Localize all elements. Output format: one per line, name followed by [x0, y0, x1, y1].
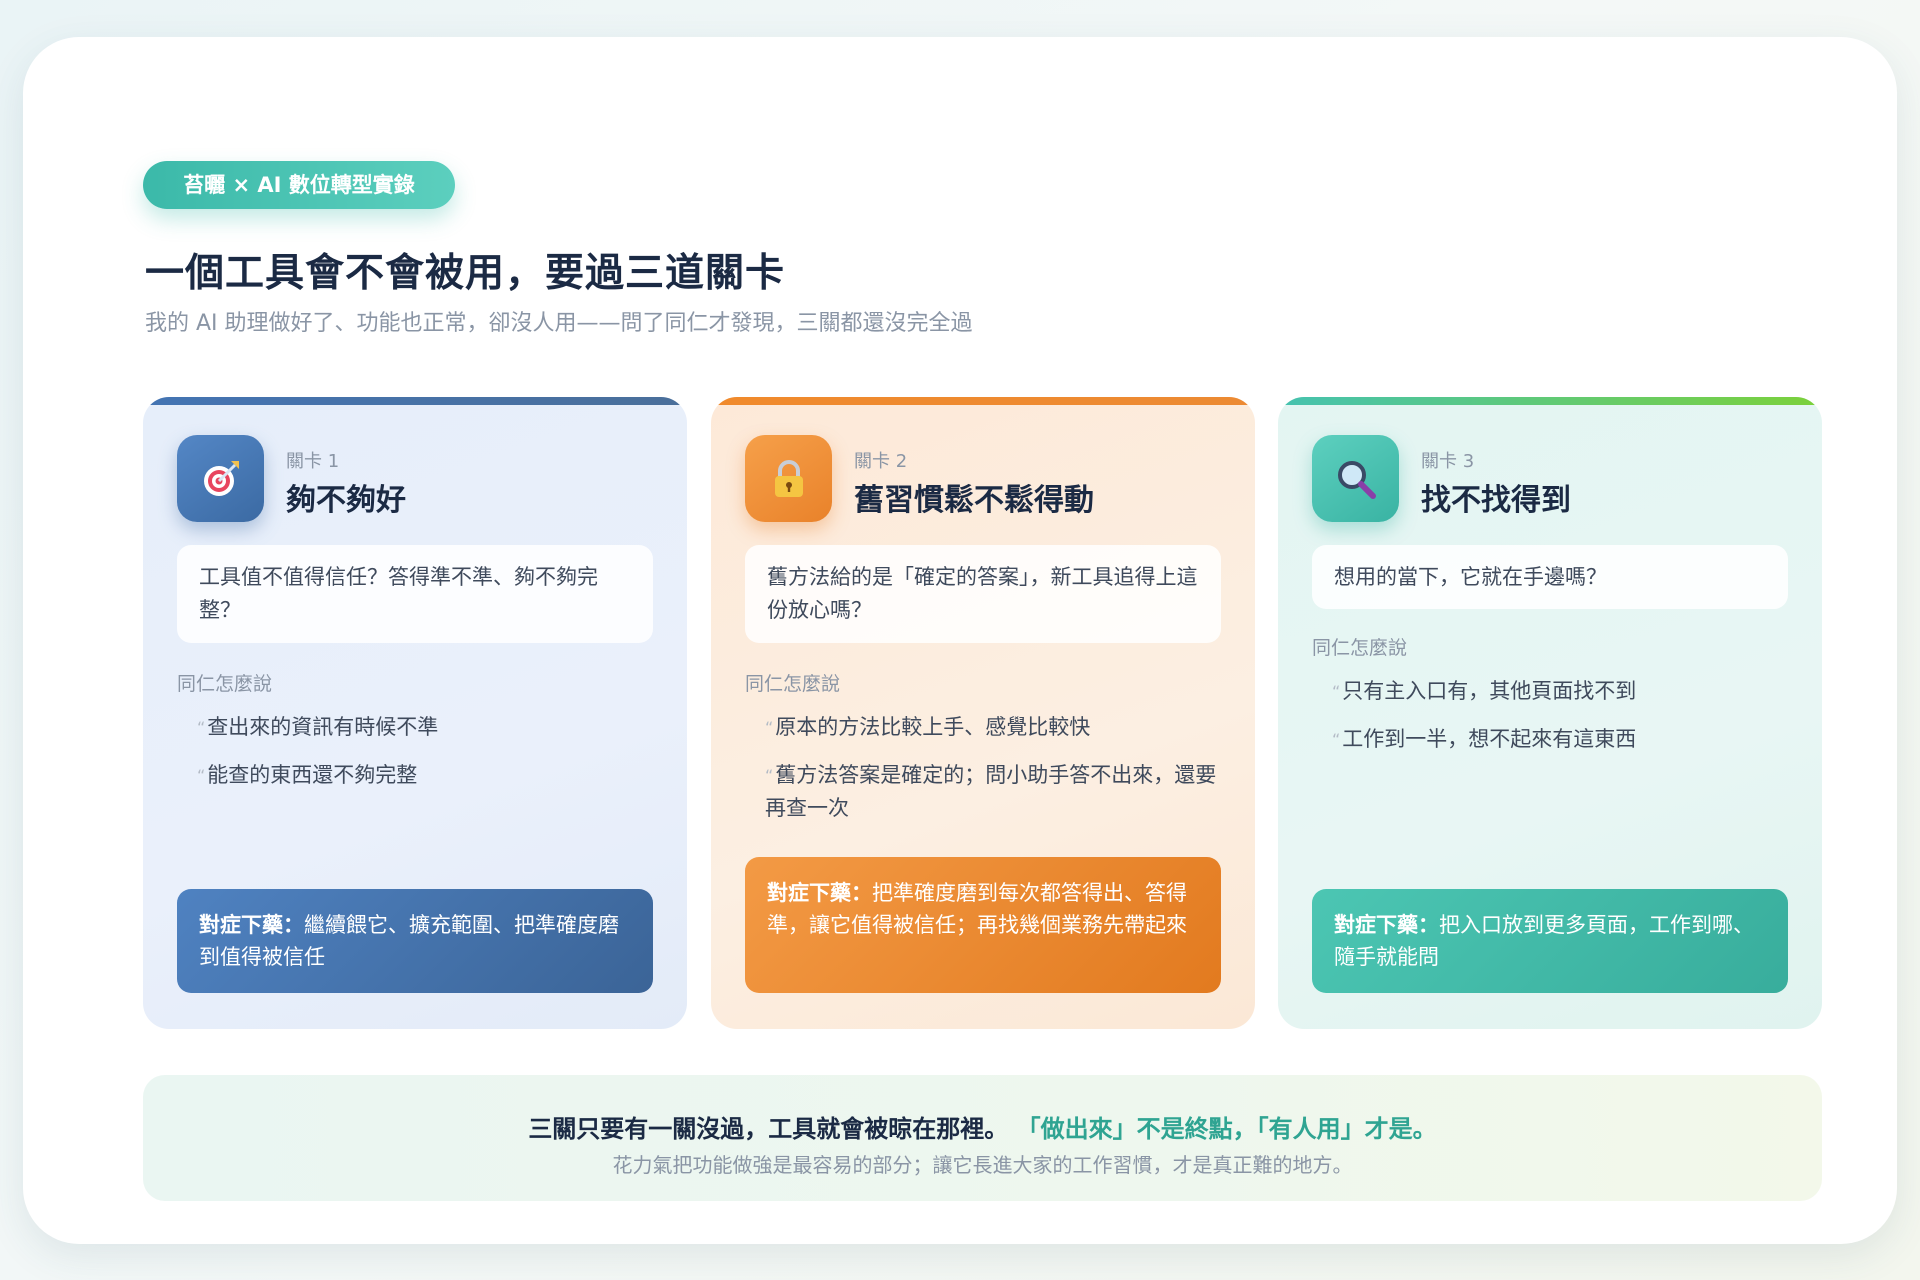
card-top-bar: [1278, 397, 1822, 405]
section-label: 同仁怎麼說: [1312, 637, 1408, 659]
gate-card-3: 關卡 3 找不找得到 想用的當下，它就在手邊嗎？ 同仁怎麼說 “只有主入口有，其…: [1278, 397, 1822, 1029]
remedy-box: 對症下藥：把入口放到更多頁面，工作到哪、隨手就能問: [1312, 889, 1788, 993]
summary-note: 花力氣把功能做強是最容易的部分；讓它長進大家的工作習慣，才是真正難的地方。: [612, 1153, 1353, 1177]
gate-level: 關卡 2: [854, 451, 908, 472]
remedy-box: 對症下藥：繼續餵它、擴充範圍、把準確度磨到值得被信任: [177, 889, 653, 993]
section-label: 同仁怎麼說: [745, 673, 841, 695]
lock-icon: [745, 435, 832, 522]
page-title: 一個工具會不會被用，要過三道關卡: [145, 251, 786, 296]
colleague-quote: “只有主入口有，其他頁面找不到: [1332, 679, 1637, 703]
target-icon: [177, 435, 264, 522]
gate-question: 想用的當下，它就在手邊嗎？: [1312, 545, 1788, 609]
colleague-quote: “原本的方法比較上手、感覺比較快: [765, 715, 1091, 739]
gate-level: 關卡 1: [286, 451, 340, 472]
gate-card-2: 關卡 2 舊習慣鬆不鬆得動 舊方法給的是「確定的答案」，新工具追得上這份放心嗎？…: [711, 397, 1255, 1029]
colleague-quote: “能查的東西還不夠完整: [197, 763, 418, 787]
summary-banner: 三關只要有一關沒過，工具就會被晾在那裡。 「做出來」不是終點，「有人用」才是。 …: [143, 1075, 1822, 1201]
gate-question: 工具值不值得信任？答得準不準、夠不夠完整？: [177, 545, 653, 643]
gate-name: 找不找得到: [1421, 483, 1571, 518]
magnifier-icon: [1312, 435, 1399, 522]
section-label: 同仁怎麼說: [177, 673, 273, 695]
series-tag: 苔曬 × AI 數位轉型實錄: [143, 161, 455, 209]
colleague-quote: “工作到一半，想不起來有這東西: [1332, 727, 1637, 751]
slide-frame: 苔曬 × AI 數位轉型實錄 一個工具會不會被用，要過三道關卡 我的 AI 助理…: [23, 37, 1897, 1244]
gate-name: 舊習慣鬆不鬆得動: [854, 483, 1094, 518]
gate-name: 夠不夠好: [286, 483, 406, 518]
gate-level: 關卡 3: [1421, 451, 1475, 472]
colleague-quote: “舊方法答案是確定的；問小助手答不出來，還要再查一次: [765, 763, 1217, 820]
card-top-bar: [711, 397, 1255, 405]
card-top-bar: [143, 397, 687, 405]
colleague-quote: “查出來的資訊有時候不準: [197, 715, 439, 739]
gate-question: 舊方法給的是「確定的答案」，新工具追得上這份放心嗎？: [745, 545, 1221, 643]
summary-headline: 三關只要有一關沒過，工具就會被晾在那裡。 「做出來」不是終點，「有人用」才是。: [528, 1115, 1437, 1143]
page-subtitle: 我的 AI 助理做好了、功能也正常，卻沒人用——問了同仁才發現，三關都還沒完全過: [145, 311, 973, 336]
gate-card-1: 關卡 1 夠不夠好 工具值不值得信任？答得準不準、夠不夠完整？ 同仁怎麼說 “查…: [143, 397, 687, 1029]
remedy-box: 對症下藥：把準確度磨到每次都答得出、答得準，讓它值得被信任；再找幾個業務先帶起來: [745, 857, 1221, 993]
